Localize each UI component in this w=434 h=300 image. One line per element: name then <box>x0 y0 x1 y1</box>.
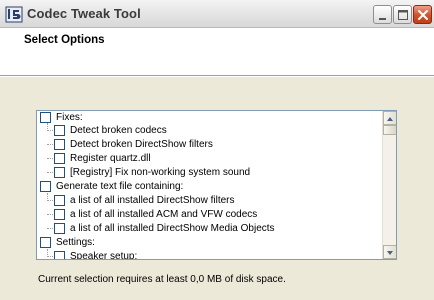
close-icon <box>418 10 428 20</box>
tree-item-label: Register quartz.dll <box>70 152 151 164</box>
tree-guide <box>47 158 53 159</box>
tree-item-label: Speaker setup: <box>70 250 138 260</box>
window-title: Codec Tweak Tool <box>27 6 141 21</box>
checkbox[interactable] <box>54 124 65 136</box>
tree-guide <box>47 228 53 229</box>
tree-item[interactable]: a list of all installed DirectShow filte… <box>54 193 235 207</box>
checkbox[interactable] <box>54 222 65 234</box>
tree-item[interactable]: [Registry] Fix non-working system sound <box>54 165 250 179</box>
tree-item-label: Detect broken DirectShow filters <box>70 138 213 150</box>
tree-item[interactable]: Settings: <box>40 235 95 249</box>
checkbox[interactable] <box>54 166 65 178</box>
codec-tool-icon[interactable] <box>5 6 23 23</box>
checkbox[interactable] <box>54 138 65 150</box>
tree-item[interactable]: Detect broken codecs <box>54 123 167 137</box>
tree-item-label: a list of all installed DirectShow filte… <box>70 194 235 206</box>
checkbox[interactable] <box>40 236 51 248</box>
tree-guide <box>47 193 48 199</box>
vertical-scrollbar[interactable] <box>382 111 396 259</box>
tree-item[interactable]: Speaker setup: <box>54 249 138 260</box>
tree-item-label: Settings: <box>56 236 95 248</box>
content-area: Fixes: Detect broken codecs Detect broke… <box>0 77 434 300</box>
header-panel: Select Options <box>0 28 434 76</box>
checkbox[interactable] <box>54 152 65 164</box>
tree-item-label: Detect broken codecs <box>70 124 167 136</box>
minimize-button[interactable] <box>373 5 392 24</box>
tree-item-label: [Registry] Fix non-working system sound <box>70 166 251 178</box>
tree-item[interactable]: Detect broken DirectShow filters <box>54 137 213 151</box>
tree-guide <box>47 214 53 215</box>
scroll-thumb[interactable] <box>383 125 396 135</box>
minimize-icon <box>379 18 386 20</box>
tree-guide <box>47 130 53 131</box>
checkbox[interactable] <box>54 194 65 206</box>
tree-guide <box>47 144 53 145</box>
options-tree[interactable]: Fixes: Detect broken codecs Detect broke… <box>36 110 397 260</box>
scroll-down-button[interactable] <box>383 245 396 259</box>
tree-item[interactable]: a list of all installed DirectShow Media… <box>54 221 275 235</box>
tree-item-label: Fixes: <box>56 111 83 123</box>
disk-space-status: Current selection requires at least 0,0 … <box>38 274 286 285</box>
scroll-up-button[interactable] <box>383 111 396 125</box>
tree-item[interactable]: a list of all installed ACM and VFW code… <box>54 207 257 221</box>
page-title: Select Options <box>24 34 105 46</box>
tree-item-label: a list of all installed ACM and VFW code… <box>70 208 258 220</box>
maximize-button[interactable] <box>393 5 412 24</box>
tree-item[interactable]: Register quartz.dll <box>54 151 151 165</box>
tree-item-label: Generate text file containing: <box>56 180 184 192</box>
tree-item[interactable]: Fixes: <box>40 111 83 124</box>
tree-guide <box>47 249 48 255</box>
checkbox[interactable] <box>40 111 51 123</box>
tree-item[interactable]: Generate text file containing: <box>40 179 183 193</box>
maximize-icon <box>398 10 408 20</box>
tree-guide <box>47 256 53 257</box>
tree-item-label: a list of all installed DirectShow Media… <box>70 222 275 234</box>
tree-guide <box>47 172 53 173</box>
tree-guide <box>47 200 53 201</box>
title-bar[interactable]: Codec Tweak Tool <box>0 0 434 28</box>
checkbox[interactable] <box>54 208 65 220</box>
scroll-down-icon <box>387 251 393 255</box>
app-window: Codec Tweak Tool Select Options Fixes: D… <box>0 0 434 300</box>
scroll-up-icon <box>387 117 393 121</box>
checkbox[interactable] <box>40 180 51 192</box>
checkbox[interactable] <box>54 250 65 259</box>
close-button[interactable] <box>413 5 432 24</box>
